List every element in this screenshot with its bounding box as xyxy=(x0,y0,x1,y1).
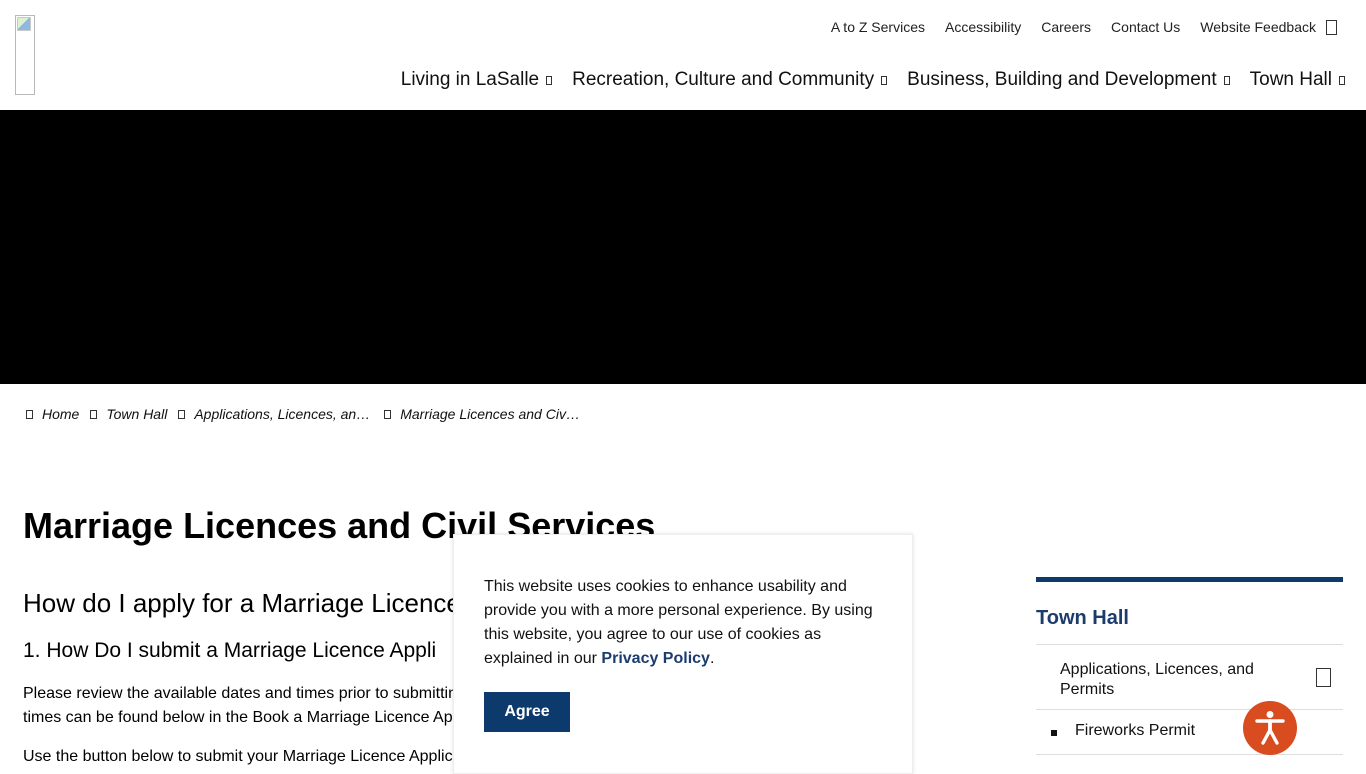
chevron-down-icon xyxy=(1339,75,1345,85)
nav-living-in-lasalle[interactable]: Living in LaSalle xyxy=(400,69,553,91)
chevron-right-icon xyxy=(384,409,392,419)
utility-link-careers[interactable]: Careers xyxy=(1041,18,1091,36)
utility-link-website-feedback[interactable]: Website Feedback xyxy=(1200,18,1316,36)
search-icon[interactable] xyxy=(1326,19,1337,35)
cookie-text-end: . xyxy=(709,650,715,667)
privacy-policy-link[interactable]: Privacy Policy xyxy=(601,650,710,667)
main-nav: Living in LaSalle Recreation, Culture an… xyxy=(401,69,1345,91)
subsection-heading: 1. How Do I submit a Marriage Licence Ap… xyxy=(23,639,437,662)
section-heading: How do I apply for a Marriage Licence xyxy=(23,588,461,618)
sidebar-subitem-label: Fireworks Permit xyxy=(1075,722,1196,739)
utility-nav: A to Z Services Accessibility Careers Co… xyxy=(831,18,1366,36)
agree-button[interactable]: Agree xyxy=(484,692,570,732)
nav-label: Living in LaSalle xyxy=(400,69,540,90)
cookie-banner: This website uses cookies to enhance usa… xyxy=(453,534,913,774)
expand-icon[interactable] xyxy=(1316,668,1331,687)
bullet-icon xyxy=(1051,730,1057,736)
sidebar-item-label: Applications, Licences, and Permits xyxy=(1060,661,1254,698)
breadcrumb-label: Marriage Licences and Civ… xyxy=(400,406,580,422)
nav-recreation-culture-community[interactable]: Recreation, Culture and Community xyxy=(572,69,888,91)
nav-business-building-development[interactable]: Business, Building and Development xyxy=(907,69,1230,91)
sidebar-title[interactable]: Town Hall xyxy=(1036,582,1343,645)
breadcrumb-label: Home xyxy=(42,406,80,422)
broken-image-icon xyxy=(17,17,31,31)
home-icon xyxy=(26,409,33,419)
body-paragraph: Please review the available dates and ti… xyxy=(23,685,457,726)
nav-label: Business, Building and Development xyxy=(907,69,1217,90)
nav-label: Recreation, Culture and Community xyxy=(572,69,875,90)
chevron-down-icon xyxy=(1223,75,1230,85)
breadcrumb-label: Town Hall xyxy=(106,406,168,422)
accessibility-icon xyxy=(1255,711,1285,745)
body-paragraph: Use the button below to submit your Marr… xyxy=(23,748,453,765)
nav-label: Town Hall xyxy=(1249,69,1332,90)
chevron-down-icon xyxy=(546,75,553,85)
chevron-right-icon xyxy=(178,409,186,419)
breadcrumb: Home Town Hall Applications, Licences, a… xyxy=(26,406,591,422)
breadcrumb-label: Applications, Licences, an… xyxy=(194,406,371,422)
accessibility-button[interactable] xyxy=(1243,701,1297,755)
breadcrumb-item-applications[interactable]: Applications, Licences, an… xyxy=(178,406,370,422)
utility-link-accessibility[interactable]: Accessibility xyxy=(945,18,1021,36)
nav-town-hall[interactable]: Town Hall xyxy=(1250,69,1345,91)
breadcrumb-item-town-hall[interactable]: Town Hall xyxy=(90,406,167,422)
hero-banner xyxy=(0,110,1366,384)
utility-link-contact-us[interactable]: Contact Us xyxy=(1111,18,1180,36)
chevron-right-icon xyxy=(90,409,98,419)
site-logo[interactable] xyxy=(15,15,35,95)
cookie-message: This website uses cookies to enhance usa… xyxy=(484,575,884,671)
chevron-down-icon xyxy=(881,75,888,85)
breadcrumb-item-current: Marriage Licences and Civ… xyxy=(384,406,580,422)
breadcrumb-item-home[interactable]: Home xyxy=(26,406,79,422)
utility-link-a-to-z[interactable]: A to Z Services xyxy=(831,18,925,36)
